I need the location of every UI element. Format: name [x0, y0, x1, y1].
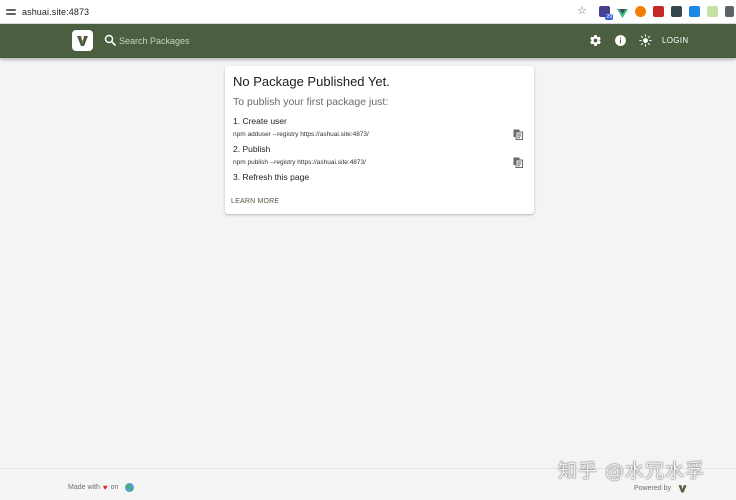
extension-1-icon[interactable]: 29: [599, 6, 613, 20]
help-card: No Package Published Yet. To publish you…: [225, 66, 534, 214]
card-subtitle: To publish your first package just:: [233, 96, 389, 108]
browser-address-bar: ashuai.site:4873 ☆ 29: [0, 0, 736, 24]
adduser-command: npm adduser --registry https://ashuai.si…: [233, 131, 369, 138]
search-input[interactable]: [119, 33, 419, 49]
powered-by-text: Powered by: [634, 485, 671, 492]
footer-made-with: Made with ♥ on: [68, 483, 135, 492]
heart-icon: ♥: [102, 483, 108, 492]
verdaccio-footer-logo-icon[interactable]: [677, 483, 688, 494]
on-text: on: [110, 484, 119, 491]
copy-publish-icon[interactable]: [513, 157, 523, 168]
theme-toggle-icon[interactable]: [639, 34, 652, 47]
extension-4-icon[interactable]: [653, 6, 664, 17]
bookmark-star-icon[interactable]: ☆: [577, 6, 587, 17]
step-refresh-label: 3. Refresh this page: [233, 172, 310, 182]
extension-badge: 29: [605, 14, 613, 20]
extensions-puzzle-icon[interactable]: [725, 6, 734, 17]
footer-powered-by: Powered by: [634, 483, 688, 494]
verdaccio-logo-icon[interactable]: [72, 30, 93, 51]
extension-3-icon[interactable]: [635, 6, 646, 17]
app-header: LOGIN: [0, 24, 736, 58]
search-icon: [104, 34, 116, 46]
made-with-text: Made with: [68, 484, 100, 491]
extension-5-icon[interactable]: [671, 6, 682, 17]
login-button[interactable]: LOGIN: [660, 34, 690, 48]
step-publish-label: 2. Publish: [233, 144, 271, 154]
learn-more-button[interactable]: LEARN MORE: [231, 198, 279, 205]
extension-vue-icon[interactable]: [617, 6, 628, 18]
card-title: No Package Published Yet.: [233, 74, 390, 89]
extension-7-icon[interactable]: [707, 6, 718, 17]
url-text[interactable]: ashuai.site:4873: [22, 7, 89, 17]
extensions-area: 29: [599, 6, 734, 20]
settings-icon[interactable]: [589, 34, 602, 47]
info-icon[interactable]: [614, 34, 627, 47]
publish-command: npm publish --registry https://ashuai.si…: [233, 159, 366, 166]
site-info-icon[interactable]: [6, 7, 16, 17]
step-create-user-label: 1. Create user: [233, 116, 287, 126]
globe-icon[interactable]: [125, 483, 135, 492]
copy-adduser-icon[interactable]: [513, 129, 523, 140]
watermark-text: 知乎 @水冗水孚: [558, 460, 706, 482]
extension-6-icon[interactable]: [689, 6, 700, 17]
